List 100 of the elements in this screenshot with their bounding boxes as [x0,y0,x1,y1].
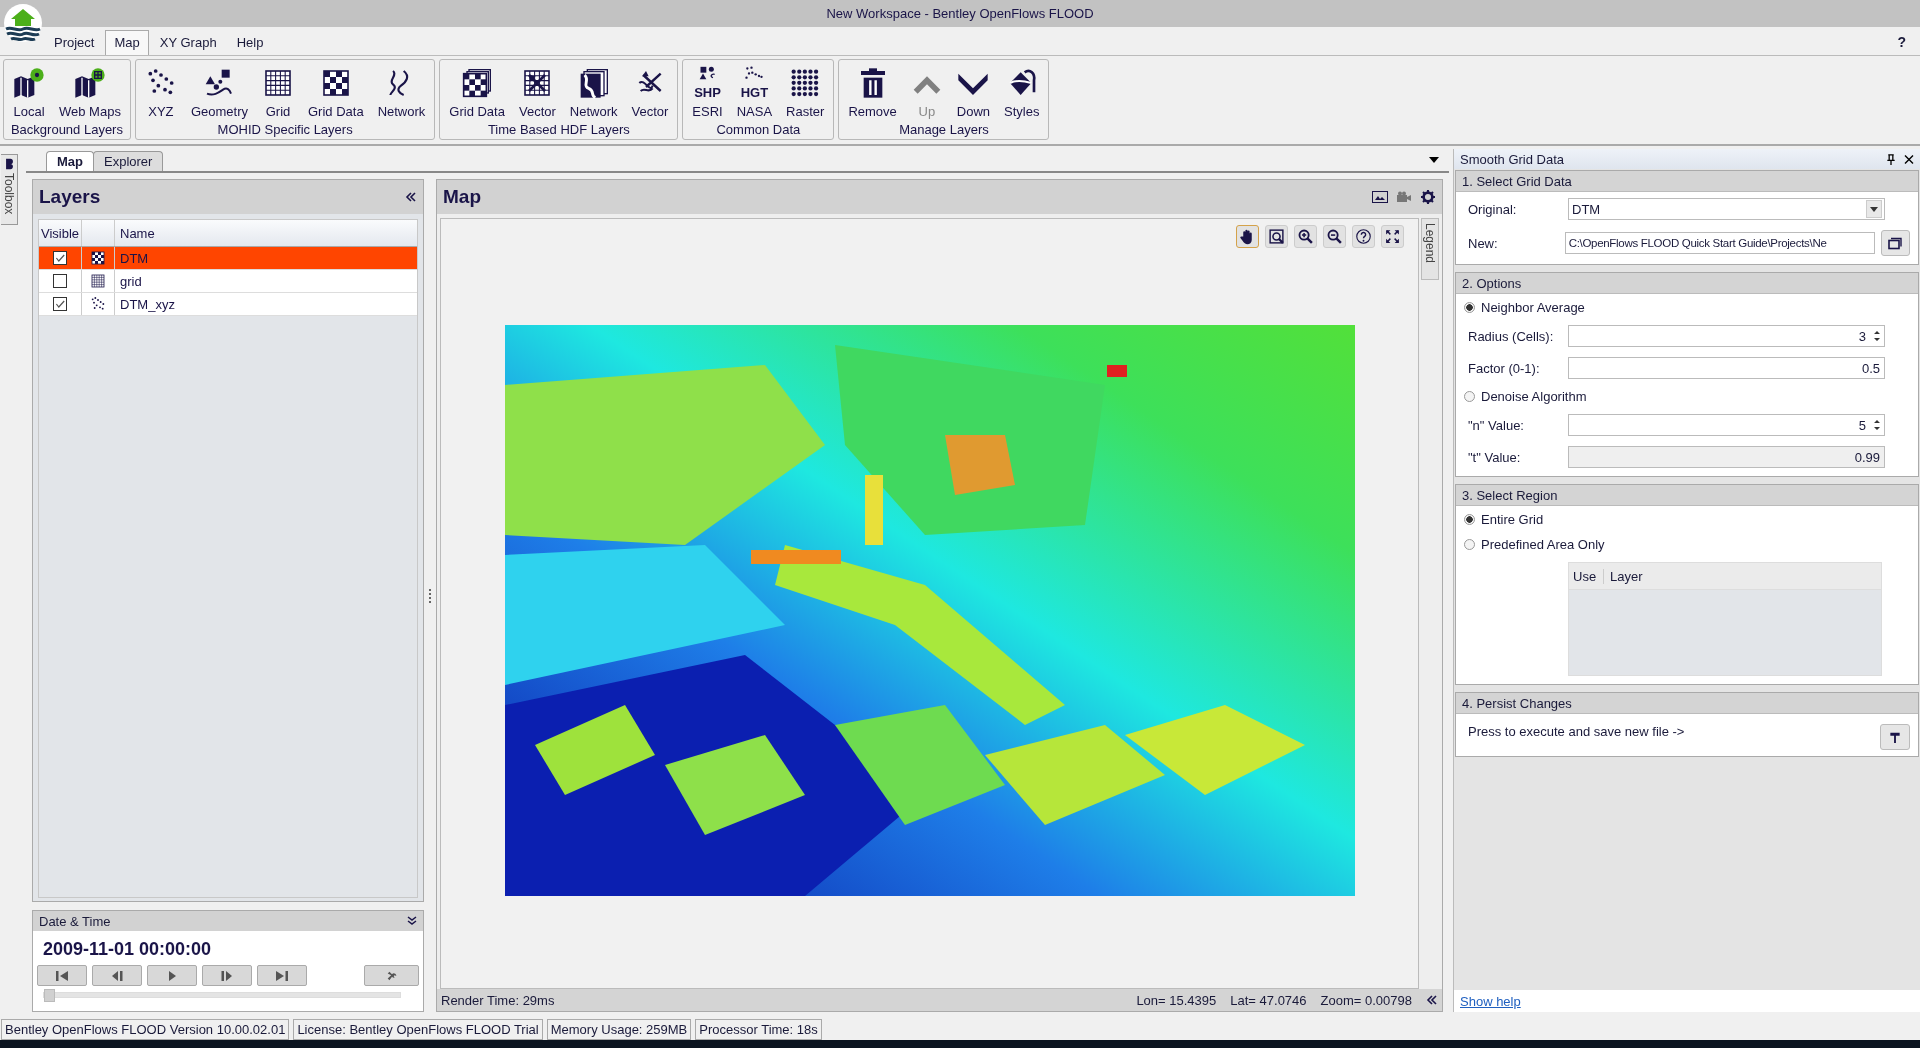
ribbon-button[interactable]: Raster [781,62,830,121]
status-field: Processor Time: 18s [695,1018,822,1040]
ribbon-button[interactable]: Remove [843,62,902,121]
map-tool-button[interactable] [1352,225,1375,248]
layer-row[interactable]: DTM_xyz [39,293,417,316]
ribbon-button[interactable]: Network [372,62,431,121]
visible-checkbox[interactable] [53,274,67,288]
pin-icon[interactable] [1886,153,1896,165]
spinner-arrows-icon [1873,418,1881,432]
spin-field[interactable]: 3 [1568,325,1885,347]
ribbon-button[interactable]: Grid [257,62,299,121]
map-icon [13,67,45,99]
spin-field[interactable]: 5 [1568,414,1885,436]
field-label: "t" Value: [1467,449,1522,465]
method-radio[interactable]: Denoise Algorithm [1464,389,1910,404]
document-tab[interactable]: Explorer [93,151,164,171]
map-tool-button[interactable] [1323,225,1346,248]
layer-row[interactable]: grid [39,270,417,293]
document-tab[interactable]: Map [46,151,94,171]
visible-checkbox[interactable] [53,297,67,311]
ribbon-button[interactable]: SHP ESRI [687,62,728,121]
stacked-grid-icon [461,67,494,99]
format-label: HGT [740,86,769,100]
image-icon[interactable] [1372,190,1388,204]
ribbon-button[interactable]: Grid Data [303,62,369,121]
map-tool-button[interactable] [1294,225,1317,248]
ribbon-button[interactable]: Vector [513,62,561,121]
collapse-icon[interactable] [405,192,417,202]
camera-icon[interactable] [1396,190,1412,204]
help-icon [1355,228,1372,245]
file-path-field[interactable]: C:\OpenFlows FLOOD Quick Start Guide\Projects\Ne [1564,232,1875,254]
skip-end-icon [275,969,289,982]
skip-start-icon [55,969,69,982]
help-button[interactable]: ? [1897,34,1906,50]
gear-icon[interactable] [1420,190,1436,204]
close-icon[interactable] [1904,153,1914,165]
last-button[interactable] [257,965,307,986]
ribbon-button[interactable]: Styles [999,62,1045,121]
ribbon-button[interactable]: HGT NASA [731,62,778,121]
toolbox-tab[interactable]: Toolbox [1,154,18,225]
layer-row[interactable]: DTM [39,247,417,270]
number-field[interactable]: 0.5 [1568,357,1885,379]
ribbon-button[interactable]: Web Maps [54,62,126,121]
ribbon-button[interactable]: Geometry [185,62,253,121]
field-label: Factor (0-1): [1467,360,1541,376]
ribbon-button[interactable]: Grid Data [444,62,510,121]
section-heading: 3. Select Region [1456,485,1918,506]
spinner-arrows-icon [1873,329,1881,343]
menu-tab[interactable]: XY Graph [150,30,226,55]
map-tool-button[interactable] [1265,225,1288,248]
column-header[interactable]: Layer [1604,568,1643,584]
play-button[interactable] [147,965,197,986]
format-label: SHP [694,86,721,100]
slider-thumb[interactable] [44,989,55,1002]
radio-button[interactable] [1464,302,1475,313]
method-radio[interactable]: Neighbor Average [1464,300,1910,315]
column-header[interactable]: Name [115,220,417,246]
dropdown-arrow-icon[interactable] [1429,157,1439,163]
radio-button[interactable] [1464,391,1475,402]
show-help-link[interactable]: Show help [1460,993,1521,1009]
original-dropdown[interactable]: DTM [1568,198,1885,220]
radio-button[interactable] [1464,539,1475,550]
first-button[interactable] [37,965,87,986]
ribbon-button[interactable]: Down [951,62,996,121]
ribbon-button[interactable]: Local [8,62,50,121]
legend-tab[interactable]: Legend [1421,218,1439,280]
column-header[interactable]: Visible [39,220,82,246]
expand-icon[interactable] [407,916,417,926]
execute-button[interactable] [1880,724,1910,750]
step-back-button[interactable] [92,965,142,986]
section-heading: 2. Options [1456,273,1918,294]
menu-tab[interactable]: Help [227,30,273,55]
house-water-logo[interactable] [3,3,43,43]
map-tool-button[interactable] [1381,225,1404,248]
map-tool-button[interactable] [1236,225,1259,248]
step-forward-button[interactable] [202,965,252,986]
panel-title: Smooth Grid Data [1460,151,1565,167]
column-header[interactable]: Use [1569,568,1604,584]
group-label: Background Layers [10,122,123,137]
panel-title: Map [443,186,481,208]
ribbon-button[interactable]: Vector [626,62,674,121]
settings-button[interactable] [364,965,419,986]
menu-tab[interactable]: Map [105,30,149,55]
ribbon-button[interactable]: XYZ [139,62,182,121]
region-radio[interactable]: Entire Grid [1464,512,1910,527]
dots-icon [90,296,106,312]
longitude-readout: Lon= 15.4395 [1136,992,1217,1008]
collapse-icon[interactable] [1426,995,1438,1005]
zoom-readout: Zoom= 0.00798 [1320,992,1412,1008]
region-radio[interactable]: Predefined Area Only [1464,537,1910,552]
section-heading: 1. Select Grid Data [1456,171,1918,192]
ribbon-button[interactable]: Network [564,62,623,121]
menu-tab[interactable]: Project [45,30,104,55]
group-label: Manage Layers [899,122,989,137]
browse-button[interactable] [1880,230,1910,256]
render-time: Render Time: 29ms [441,992,555,1008]
visible-checkbox[interactable] [53,251,67,265]
radio-button[interactable] [1464,514,1475,525]
grid-icon [90,273,106,289]
zoom-box-icon [1268,228,1285,245]
